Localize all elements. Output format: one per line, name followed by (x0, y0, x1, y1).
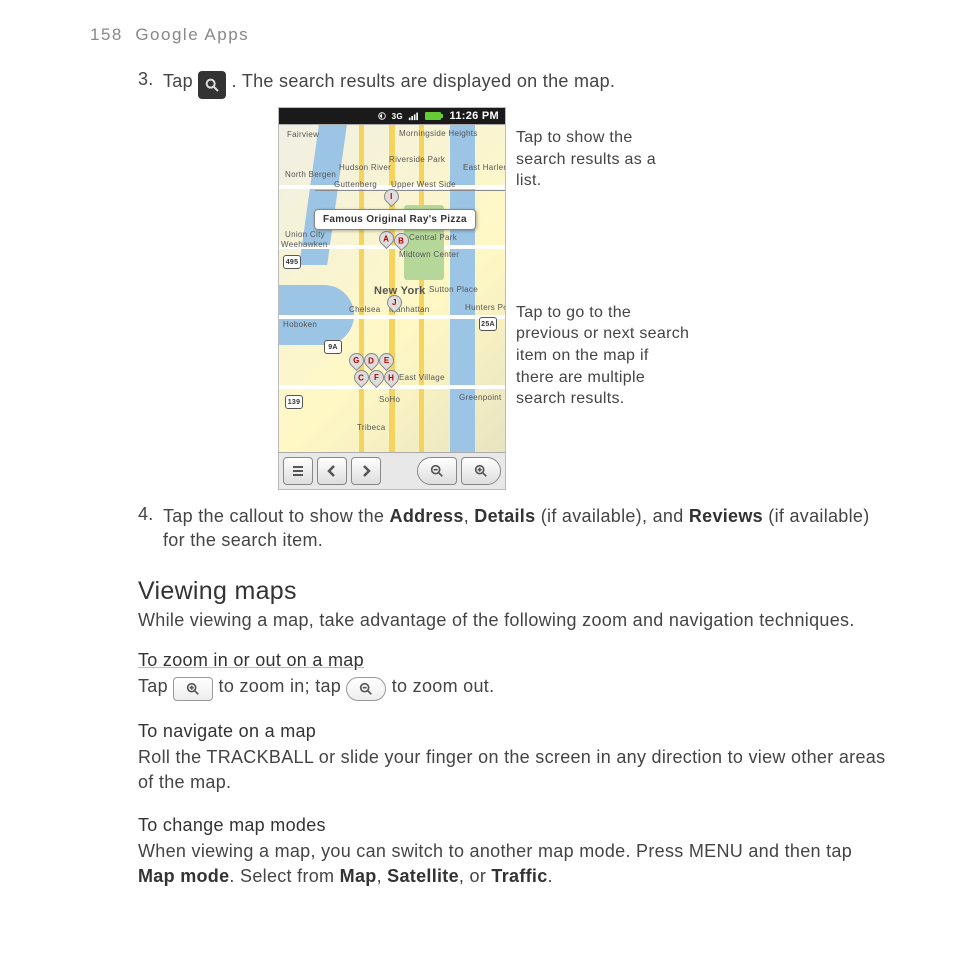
screenshot-figure: 3G 11:26 PM (138, 107, 894, 490)
step-number: 3. (138, 69, 163, 99)
step3-post: . The search results are displayed on th… (232, 71, 616, 91)
phone-screenshot: 3G 11:26 PM (278, 107, 506, 490)
map-label: Hudson River (339, 163, 391, 172)
list-results-button[interactable] (283, 457, 313, 485)
map-label: Union City (285, 230, 325, 239)
map-label: Greenpoint (459, 393, 502, 402)
map-label: North Bergen (285, 170, 336, 179)
clock-time: 11:26 PM (450, 110, 499, 122)
sound-icon (377, 111, 387, 121)
step-number: 4. (138, 504, 163, 553)
viewing-maps-section: Viewing maps While viewing a map, take a… (90, 577, 894, 889)
map-label: SoHo (379, 395, 400, 404)
prev-result-button[interactable] (317, 457, 347, 485)
next-result-button[interactable] (351, 457, 381, 485)
status-bar: 3G 11:26 PM (279, 108, 505, 124)
leader-line (315, 190, 505, 191)
map-label: Hoboken (283, 320, 317, 329)
map-label: Midtown Center (399, 250, 459, 259)
network-3g-icon: 3G (392, 112, 403, 121)
map-bottom-bar (279, 452, 505, 489)
map-label: Chelsea (349, 305, 380, 314)
step-3: 3. Tap . The search results are displaye… (138, 69, 894, 99)
section-lead: While viewing a map, take advantage of t… (138, 608, 894, 633)
map-label: Weehawken (281, 240, 328, 249)
zoom-in-icon[interactable] (173, 677, 213, 701)
callout-list: Tap to show the search results as a list… (516, 127, 686, 192)
step-body: Tap . The search results are displayed o… (163, 69, 615, 99)
map-label: Fairview (287, 130, 319, 139)
map-label: Central Park (409, 233, 457, 242)
route-shield: 25A (479, 317, 497, 331)
map-label: New York (374, 285, 426, 297)
route-shield: 495 (283, 255, 301, 269)
step3-pre: Tap (163, 71, 198, 91)
map-label: East Village (399, 373, 445, 382)
map-label: East Harlem (463, 163, 505, 172)
page-number: 158 (90, 25, 123, 44)
map-area[interactable]: Fairview Morningside Heights Riverside P… (279, 124, 505, 452)
step-body: Tap the callout to show the Address, Det… (163, 504, 894, 553)
modes-body: When viewing a map, you can switch to an… (138, 839, 894, 889)
section-heading: Viewing maps (138, 577, 894, 606)
navigate-body: Roll the TRACKBALL or slide your finger … (138, 745, 894, 795)
zoom-subheading: To zoom in or out on a map (138, 650, 894, 672)
page-header: 158 Google Apps (90, 25, 894, 45)
map-label: Riverside Park (389, 155, 445, 164)
battery-icon (425, 111, 445, 121)
signal-icon (408, 111, 420, 121)
figure-callouts: Tap to show the search results as a list… (516, 107, 894, 410)
result-callout[interactable]: Famous Original Ray's Pizza (314, 209, 476, 230)
map-label: Guttenberg (334, 180, 377, 189)
step-4: 4. Tap the callout to show the Address, … (138, 504, 894, 553)
callout-nav: Tap to go to the previous or next search… (516, 302, 691, 410)
route-shield: 9A (324, 340, 342, 354)
route-shield: 139 (285, 395, 303, 409)
zoom-body: Tap to zoom in; tap to zoom out. (138, 674, 894, 701)
map-label: Morningside Heights (399, 129, 478, 138)
navigate-subheading: To navigate on a map (138, 721, 894, 743)
zoom-out-button[interactable] (417, 457, 457, 485)
modes-subheading: To change map modes (138, 815, 894, 837)
map-label: Upper West Side (391, 180, 456, 189)
map-label: Hunters Point (465, 303, 505, 312)
map-label: Sutton Place (429, 285, 478, 294)
section-name: Google Apps (135, 25, 249, 44)
map-label: Tribeca (357, 423, 385, 432)
zoom-in-button[interactable] (461, 457, 501, 485)
zoom-out-icon[interactable] (346, 677, 386, 701)
search-icon[interactable] (198, 71, 226, 99)
